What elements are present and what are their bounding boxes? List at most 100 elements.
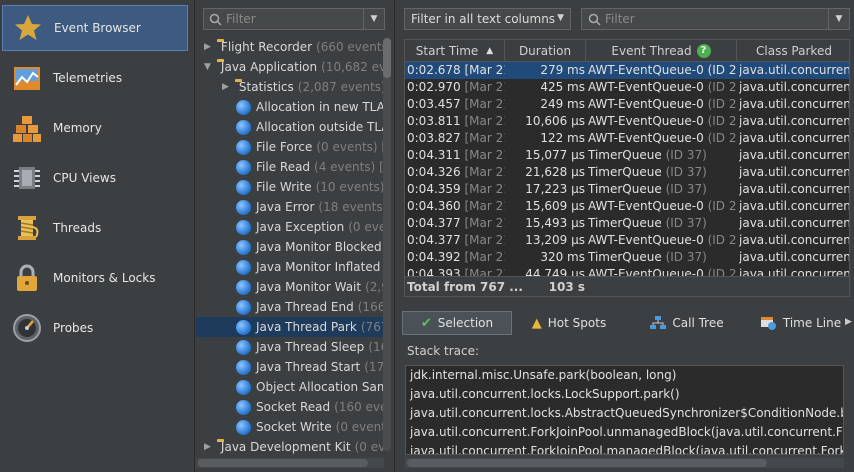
stack-frame[interactable]: java.util.concurrent.locks.AbstractQueue… bbox=[410, 404, 843, 423]
cell-text: [Mar 21,... bbox=[464, 97, 506, 111]
table-cell: 249 ms bbox=[505, 96, 585, 113]
chevron-down-icon[interactable]: ▼ bbox=[828, 9, 849, 29]
scroll-thumb[interactable] bbox=[407, 459, 767, 467]
tree-item[interactable]: ▼ Java Application(10,682 eve bbox=[196, 57, 384, 77]
table-row[interactable]: 0:04.377 [Mar 21,... 15,493 µsTimerQueue … bbox=[405, 215, 849, 232]
table-row[interactable]: 0:04.360 [Mar 21,... 15,609 µsAWT-EventQu… bbox=[405, 198, 850, 215]
stack-frame[interactable]: java.util.concurrent.ForkJoinPool.unmana… bbox=[410, 423, 843, 442]
chevron-right-icon[interactable]: ▶ bbox=[222, 82, 229, 92]
chevron-down-icon[interactable]: ▼ bbox=[204, 62, 211, 72]
tree-item[interactable]: ▶ Flight Recorder(660 events) bbox=[196, 37, 384, 57]
chevron-right-icon[interactable]: ▶ bbox=[845, 317, 852, 327]
tree-item[interactable]: Java Error(18 events) [jd bbox=[196, 197, 384, 217]
tree-item[interactable]: Java Thread Park(767 ev bbox=[196, 317, 384, 337]
tree-item[interactable]: Java Thread Start(171 ev bbox=[196, 357, 384, 377]
tree-filter-input[interactable]: Filter ▼ bbox=[203, 8, 385, 30]
stack-frame[interactable]: java.util.concurrent.locks.LockSupport.p… bbox=[410, 385, 680, 404]
tree-item[interactable]: File Force(0 events) [jdk. bbox=[196, 137, 384, 157]
chevron-right-icon[interactable]: ▶ bbox=[204, 42, 211, 52]
tree-item-count: (160 events bbox=[334, 400, 384, 414]
tree-item[interactable]: Java Monitor Wait(2,954 bbox=[196, 277, 384, 297]
table-cell: java.util.concurrent bbox=[739, 113, 849, 130]
table-row[interactable]: 0:03.457 [Mar 21,... 249 msAWT-EventQueue… bbox=[405, 96, 849, 113]
nav-telemetries[interactable]: Telemetries bbox=[2, 55, 188, 101]
event-type-icon bbox=[236, 299, 251, 315]
nav-label: Threads bbox=[53, 221, 102, 235]
event-filter-input[interactable]: Filter ▼ bbox=[581, 8, 850, 30]
nav-memory[interactable]: Memory bbox=[2, 105, 188, 151]
table-row[interactable]: 0:04.377 [Mar 21,... 13,209 µsAWT-EventQu… bbox=[405, 232, 849, 249]
tree-item[interactable]: Java Monitor Blocked(0 bbox=[196, 237, 384, 257]
nav-threads[interactable]: Threads bbox=[2, 205, 188, 251]
table-cell: 320 ms bbox=[505, 249, 585, 266]
table-cell: 0:03.457 [Mar 21,... bbox=[407, 96, 505, 113]
column-header-start-time[interactable]: Start Time ▲ bbox=[405, 40, 505, 62]
nav-monitors-locks[interactable]: Monitors & Locks bbox=[2, 255, 188, 301]
tab-time-line[interactable]: Time Line bbox=[758, 311, 844, 335]
tab-label: Selection bbox=[437, 316, 494, 330]
nav-cpu-views[interactable]: CPU Views bbox=[2, 155, 188, 201]
column-header-class-parked[interactable]: Class Parked bbox=[737, 40, 849, 62]
table-cell: 13,209 µs bbox=[505, 232, 585, 249]
tree-item-count: (16 ev bbox=[368, 340, 384, 354]
tree-item-label: Java Thread Sleep bbox=[256, 340, 365, 354]
tree-item-count: (0 events bbox=[348, 220, 384, 234]
table-row[interactable]: 0:04.359 [Mar 21,... 17,223 µsTimerQueue … bbox=[405, 181, 849, 198]
column-title: Start Time bbox=[415, 43, 479, 58]
cell-text: AWT-EventQueue-0 bbox=[588, 131, 704, 145]
tree-item[interactable]: ▶ Java Development Kit(0 eve bbox=[196, 437, 384, 457]
warning-icon: ▲ bbox=[531, 315, 542, 331]
cell-text: 320 ms bbox=[540, 250, 585, 264]
nav-event-browser[interactable]: Event Browser bbox=[2, 5, 188, 51]
cell-text: 0:04.326 bbox=[407, 165, 461, 179]
cell-text: TimerQueue bbox=[588, 216, 662, 230]
chevron-down-icon[interactable]: ▼ bbox=[363, 9, 384, 29]
tree-item[interactable]: Socket Read(160 events bbox=[196, 397, 384, 417]
tree-item[interactable]: Java Thread End(166 eve bbox=[196, 297, 384, 317]
tree-item[interactable]: File Read(4 events) [jdk. bbox=[196, 157, 384, 177]
tree-horizontal-scrollbar[interactable] bbox=[196, 458, 384, 468]
table-row[interactable]: 0:04.392 [Mar 21,... 320 msTimerQueue (ID… bbox=[405, 249, 849, 266]
tree-item[interactable]: Object Allocation Samp bbox=[196, 377, 384, 397]
cell-text: java.util.concurrent bbox=[739, 199, 850, 213]
cell-text: [Mar 21,... bbox=[464, 182, 506, 196]
table-row[interactable]: 0:02.970 [Mar 21,... 425 msAWT-EventQueue… bbox=[405, 79, 849, 96]
tree-item[interactable]: File Write(10 events) [jd bbox=[196, 177, 384, 197]
column-header-duration[interactable]: Duration bbox=[505, 40, 586, 62]
help-icon[interactable]: ? bbox=[696, 43, 711, 58]
cell-text: 21,628 µs bbox=[525, 165, 585, 179]
tree-item[interactable]: Java Thread Sleep(16 ev bbox=[196, 337, 384, 357]
chevron-down-icon: ▼ bbox=[557, 13, 564, 23]
table-row[interactable]: 0:04.311 [Mar 21,... 15,077 µsTimerQueue … bbox=[405, 147, 849, 164]
tab-call-tree[interactable]: Call Tree bbox=[644, 311, 730, 335]
tree-item[interactable]: Allocation outside TLAB bbox=[196, 117, 384, 137]
tab-hot-spots[interactable]: ▲ Hot Spots bbox=[524, 311, 614, 335]
tree-item[interactable]: ▶ Statistics (2,087 events) bbox=[196, 77, 384, 97]
tree-item-label: Java Thread Park bbox=[256, 320, 357, 334]
stack-horizontal-scrollbar[interactable] bbox=[405, 458, 844, 468]
chevron-right-icon[interactable]: ▶ bbox=[204, 442, 211, 452]
check-icon: ✔ bbox=[420, 315, 432, 331]
table-cell: java.util.concurrent bbox=[739, 249, 849, 266]
tab-selection[interactable]: ✔ Selection bbox=[402, 311, 512, 335]
table-cell: AWT-EventQueue-0 (ID 29) bbox=[588, 62, 736, 79]
tree-item-count: (0 events) [ bbox=[335, 420, 384, 434]
nav-probes[interactable]: Probes bbox=[2, 305, 188, 351]
column-header-event-thread[interactable]: Event Thread ? bbox=[586, 40, 737, 62]
tree-item[interactable]: Allocation in new TLAB bbox=[196, 97, 384, 117]
scroll-thumb[interactable] bbox=[198, 459, 368, 467]
tree-item[interactable]: Socket Write(0 events) [ bbox=[196, 417, 384, 437]
table-row[interactable]: 0:03.827 [Mar 21,... 122 msAWT-EventQueue… bbox=[405, 130, 849, 147]
scroll-thumb[interactable] bbox=[383, 38, 391, 78]
tree-item[interactable]: Java Monitor Inflated(0 bbox=[196, 257, 384, 277]
table-cell: 15,609 µs bbox=[505, 198, 585, 215]
column-filter-select[interactable]: Filter in all text columns ▼ bbox=[404, 8, 571, 30]
stack-frame[interactable]: jdk.internal.misc.Unsafe.park(boolean, l… bbox=[410, 366, 676, 385]
table-row[interactable]: 0:04.326 [Mar 21,... 21,628 µsTimerQueue … bbox=[405, 164, 849, 181]
table-row[interactable]: 0:02.678 [Mar 21,... 279 msAWT-EventQueue… bbox=[405, 62, 849, 79]
cell-text: (ID 37) bbox=[665, 182, 707, 196]
stack-frame[interactable]: java.util.concurrent.ForkJoinPool.manage… bbox=[410, 442, 843, 454]
tree-item[interactable]: Java Exception(0 events bbox=[196, 217, 384, 237]
table-row[interactable]: 0:03.811 [Mar 21,... 10,606 µsAWT-EventQu… bbox=[405, 113, 849, 130]
tree-vertical-scrollbar[interactable] bbox=[383, 38, 391, 451]
